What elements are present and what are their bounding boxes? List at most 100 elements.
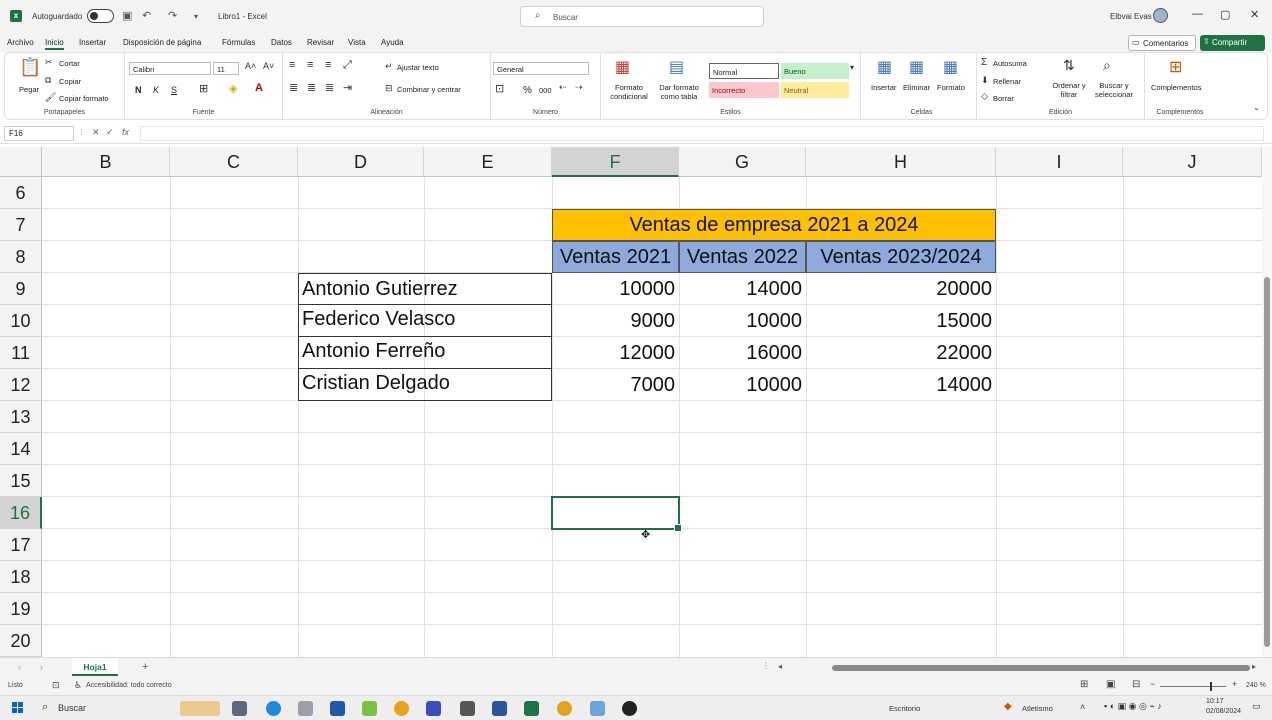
vertical-scroll-thumb[interactable] xyxy=(1264,277,1270,647)
orientation-icon[interactable]: ⤢ xyxy=(343,59,352,72)
align-middle-icon[interactable]: ≡ xyxy=(307,59,313,71)
column-header-i[interactable]: I xyxy=(996,147,1123,177)
format-cells-icon[interactable]: ▦ xyxy=(943,57,958,77)
increase-decimal-icon[interactable]: ⇠ xyxy=(559,82,567,93)
table-cell-value[interactable]: 7000 xyxy=(552,369,679,401)
app-icon[interactable] xyxy=(460,701,475,716)
table-cell-value[interactable]: 10000 xyxy=(679,305,806,337)
percent-button[interactable]: % xyxy=(523,85,532,96)
sort-filter-button[interactable]: Ordenar y filtrar xyxy=(1049,81,1089,99)
weather-label[interactable]: Atletismo xyxy=(1022,704,1053,713)
word-icon[interactable] xyxy=(492,701,507,716)
tray-chevron-icon[interactable]: ˄ xyxy=(1080,702,1085,712)
sheet-tab-hoja1[interactable]: Hoja1 xyxy=(72,658,118,676)
macro-record-icon[interactable]: ⊡ xyxy=(52,680,60,691)
chrome-profile-icon[interactable] xyxy=(557,701,572,716)
accessibility-status[interactable]: Accesibilidad: todo correcto xyxy=(86,682,172,689)
tab-revisar[interactable]: Revisar xyxy=(307,38,334,47)
column-header-c[interactable]: C xyxy=(170,147,298,177)
column-header-f[interactable]: F xyxy=(552,147,679,177)
table-cell-value[interactable]: 15000 xyxy=(806,305,996,337)
indent-icon[interactable]: ⇥ xyxy=(343,81,352,94)
windows-start-icon[interactable] xyxy=(12,702,24,714)
app-icon[interactable] xyxy=(590,701,605,716)
zoom-out-icon[interactable]: − xyxy=(1150,679,1155,689)
font-size-select[interactable]: 11 xyxy=(213,62,239,75)
format-painter-button[interactable]: Copiar formato xyxy=(59,94,109,103)
wrap-text-icon[interactable]: ↵ xyxy=(385,61,393,72)
customize-toolbar-icon[interactable]: ▾ xyxy=(194,12,198,21)
clear-icon[interactable]: ◇ xyxy=(981,91,988,102)
pen-app-icon[interactable] xyxy=(298,701,313,716)
row-header-13[interactable]: 13 xyxy=(0,401,42,433)
style-bad[interactable]: Incorrecto xyxy=(709,82,779,98)
style-normal[interactable]: Normal xyxy=(709,63,779,79)
row-header-20[interactable]: 20 xyxy=(0,625,42,657)
autosum-button[interactable]: Autosuma xyxy=(993,59,1027,68)
conditional-format-button[interactable]: Formato condicional xyxy=(605,83,653,101)
column-header-d[interactable]: D xyxy=(298,147,424,177)
name-box[interactable]: F16 xyxy=(4,126,74,141)
tab-split-icon[interactable]: ⋮ xyxy=(762,661,770,670)
desktop-label[interactable]: Escritorio xyxy=(889,704,920,713)
row-header-17[interactable]: 17 xyxy=(0,529,42,561)
table-cell-value[interactable]: 12000 xyxy=(552,337,679,369)
grow-font-icon[interactable]: A˄ xyxy=(245,61,256,71)
autosum-icon[interactable]: Σ xyxy=(981,57,987,68)
table-cell-value[interactable]: 16000 xyxy=(679,337,806,369)
tab-datos[interactable]: Datos xyxy=(271,38,292,47)
worksheet-grid[interactable]: B C D E F G H I J 6 7 8 9 10 11 12 13 14… xyxy=(0,147,1262,657)
paste-icon[interactable]: 📋 xyxy=(19,57,41,78)
header-ventas-2021[interactable]: Ventas 2021 xyxy=(552,241,679,273)
align-top-icon[interactable]: ≡ xyxy=(289,59,295,71)
zoom-in-icon[interactable]: + xyxy=(1232,679,1237,689)
chrome-icon[interactable] xyxy=(394,701,409,716)
italic-button[interactable]: K xyxy=(153,85,159,95)
formula-input[interactable] xyxy=(140,126,1264,141)
scroll-right-icon[interactable]: ▸ xyxy=(1252,662,1256,671)
table-cell-value[interactable]: 9000 xyxy=(552,305,679,337)
minimize-icon[interactable]: — xyxy=(1192,8,1203,20)
fill-color-icon[interactable]: ◈ xyxy=(229,82,237,95)
insert-function-icon[interactable]: fx xyxy=(122,127,129,137)
tab-archivo[interactable]: Archivo xyxy=(7,38,34,47)
task-view-icon[interactable] xyxy=(232,701,247,716)
horizontal-scroll-thumb[interactable] xyxy=(832,665,1250,671)
find-icon[interactable]: ⌕ xyxy=(1103,57,1111,74)
row-header-10[interactable]: 10 xyxy=(0,305,42,337)
column-header-h[interactable]: H xyxy=(806,147,996,177)
row-header-7[interactable]: 7 xyxy=(0,209,42,241)
selected-cell[interactable] xyxy=(551,496,682,532)
add-sheet-button[interactable]: + xyxy=(142,661,148,673)
taskbar-search[interactable]: Buscar xyxy=(58,703,86,713)
borders-icon[interactable]: ⊞ xyxy=(199,82,208,95)
header-ventas-2022[interactable]: Ventas 2022 xyxy=(679,241,806,273)
row-header-15[interactable]: 15 xyxy=(0,465,42,497)
clear-button[interactable]: Borrar xyxy=(993,94,1014,103)
thousands-button[interactable]: 000 xyxy=(539,86,552,95)
row-header-11[interactable]: 11 xyxy=(0,337,42,369)
vertical-scrollbar[interactable] xyxy=(1262,147,1272,657)
clock-date[interactable]: 02/08/2024 xyxy=(1206,708,1241,715)
redo-icon[interactable]: ↷ xyxy=(168,9,177,22)
table-row-name[interactable]: Antonio Gutierrez xyxy=(298,273,552,305)
table-cell-value[interactable]: 20000 xyxy=(806,273,996,305)
style-neutral[interactable]: Neutral xyxy=(781,82,849,98)
app-icon[interactable] xyxy=(622,701,637,716)
comments-button[interactable]: Comentarios xyxy=(1128,35,1196,51)
bold-button[interactable]: N xyxy=(135,85,142,95)
styles-more-icon[interactable]: ▾ xyxy=(850,63,854,72)
row-header-14[interactable]: 14 xyxy=(0,433,42,465)
align-right-icon[interactable]: ≣ xyxy=(325,81,334,94)
wrap-text-button[interactable]: Ajustar texto xyxy=(397,63,439,72)
scroll-left-icon[interactable]: ◂ xyxy=(778,662,782,671)
edge-icon[interactable] xyxy=(266,701,281,716)
avatar[interactable] xyxy=(1153,8,1168,23)
tab-formulas[interactable]: Fórmulas xyxy=(222,38,255,47)
autosave-toggle[interactable] xyxy=(87,9,114,23)
save-icon[interactable]: ▣ xyxy=(122,9,132,22)
page-break-icon[interactable]: ⊟ xyxy=(1132,679,1140,690)
formula-options-icon[interactable]: ⋮ xyxy=(78,128,85,136)
shrink-font-icon[interactable]: A˅ xyxy=(263,61,274,71)
copy-button[interactable]: Copiar xyxy=(59,77,81,86)
